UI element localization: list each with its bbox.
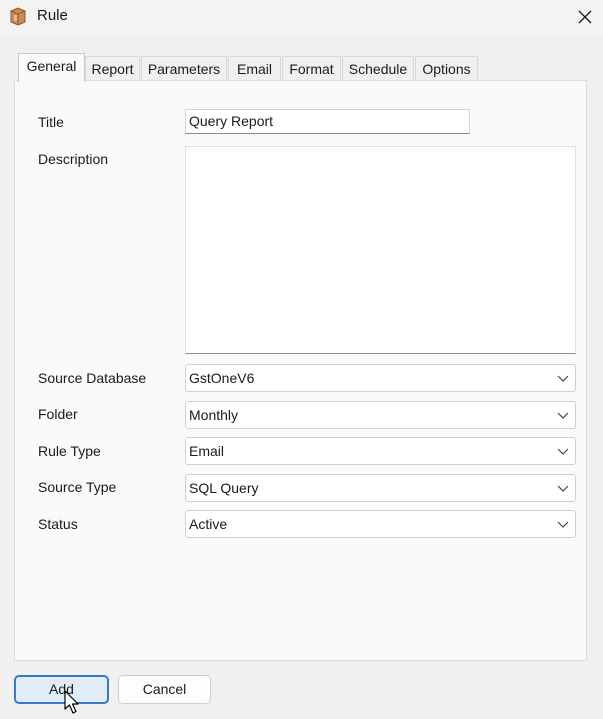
close-icon <box>578 10 591 24</box>
source-type-value: SQL Query <box>189 480 259 496</box>
tab-strip: General Report Parameters Email Format S… <box>14 53 587 82</box>
rule-type-value: Email <box>189 443 225 459</box>
chevron-down-icon <box>557 485 569 492</box>
rule-type-select[interactable]: Email <box>185 437 576 465</box>
rule-type-label: Rule Type <box>38 443 101 459</box>
tab-schedule[interactable]: Schedule <box>342 56 414 81</box>
window-title: Rule <box>37 7 68 24</box>
tab-options[interactable]: Options <box>415 56 478 81</box>
cancel-button[interactable]: Cancel <box>118 675 211 704</box>
title-label: Title <box>38 114 64 130</box>
folder-value: Monthly <box>189 407 239 423</box>
tab-format[interactable]: Format <box>282 56 341 81</box>
add-button[interactable]: Add <box>14 675 109 704</box>
source-database-value: GstOneV6 <box>189 370 255 386</box>
chevron-down-icon <box>557 521 569 528</box>
chevron-down-icon <box>557 375 569 382</box>
tab-general[interactable]: General <box>18 53 85 82</box>
general-panel: Title Query Report Description Source Da… <box>14 80 587 661</box>
folder-label: Folder <box>38 406 78 422</box>
source-type-select[interactable]: SQL Query <box>185 474 576 502</box>
tab-email[interactable]: Email <box>228 56 281 81</box>
title-bar: Rule <box>0 0 603 34</box>
tab-report[interactable]: Report <box>85 56 140 81</box>
source-database-select[interactable]: GstOneV6 <box>185 364 576 392</box>
source-type-label: Source Type <box>38 479 117 495</box>
source-database-label: Source Database <box>38 370 147 386</box>
tab-parameters[interactable]: Parameters <box>141 56 227 81</box>
status-value: Active <box>189 516 228 532</box>
description-textarea[interactable] <box>185 146 576 354</box>
title-input[interactable]: Query Report <box>185 109 470 134</box>
folder-select[interactable]: Monthly <box>185 401 576 429</box>
description-label: Description <box>38 151 109 167</box>
package-icon <box>10 7 26 26</box>
status-select[interactable]: Active <box>185 510 576 538</box>
chevron-down-icon <box>557 412 569 419</box>
close-button[interactable] <box>566 0 603 34</box>
chevron-down-icon <box>557 448 569 455</box>
status-label: Status <box>38 516 78 532</box>
